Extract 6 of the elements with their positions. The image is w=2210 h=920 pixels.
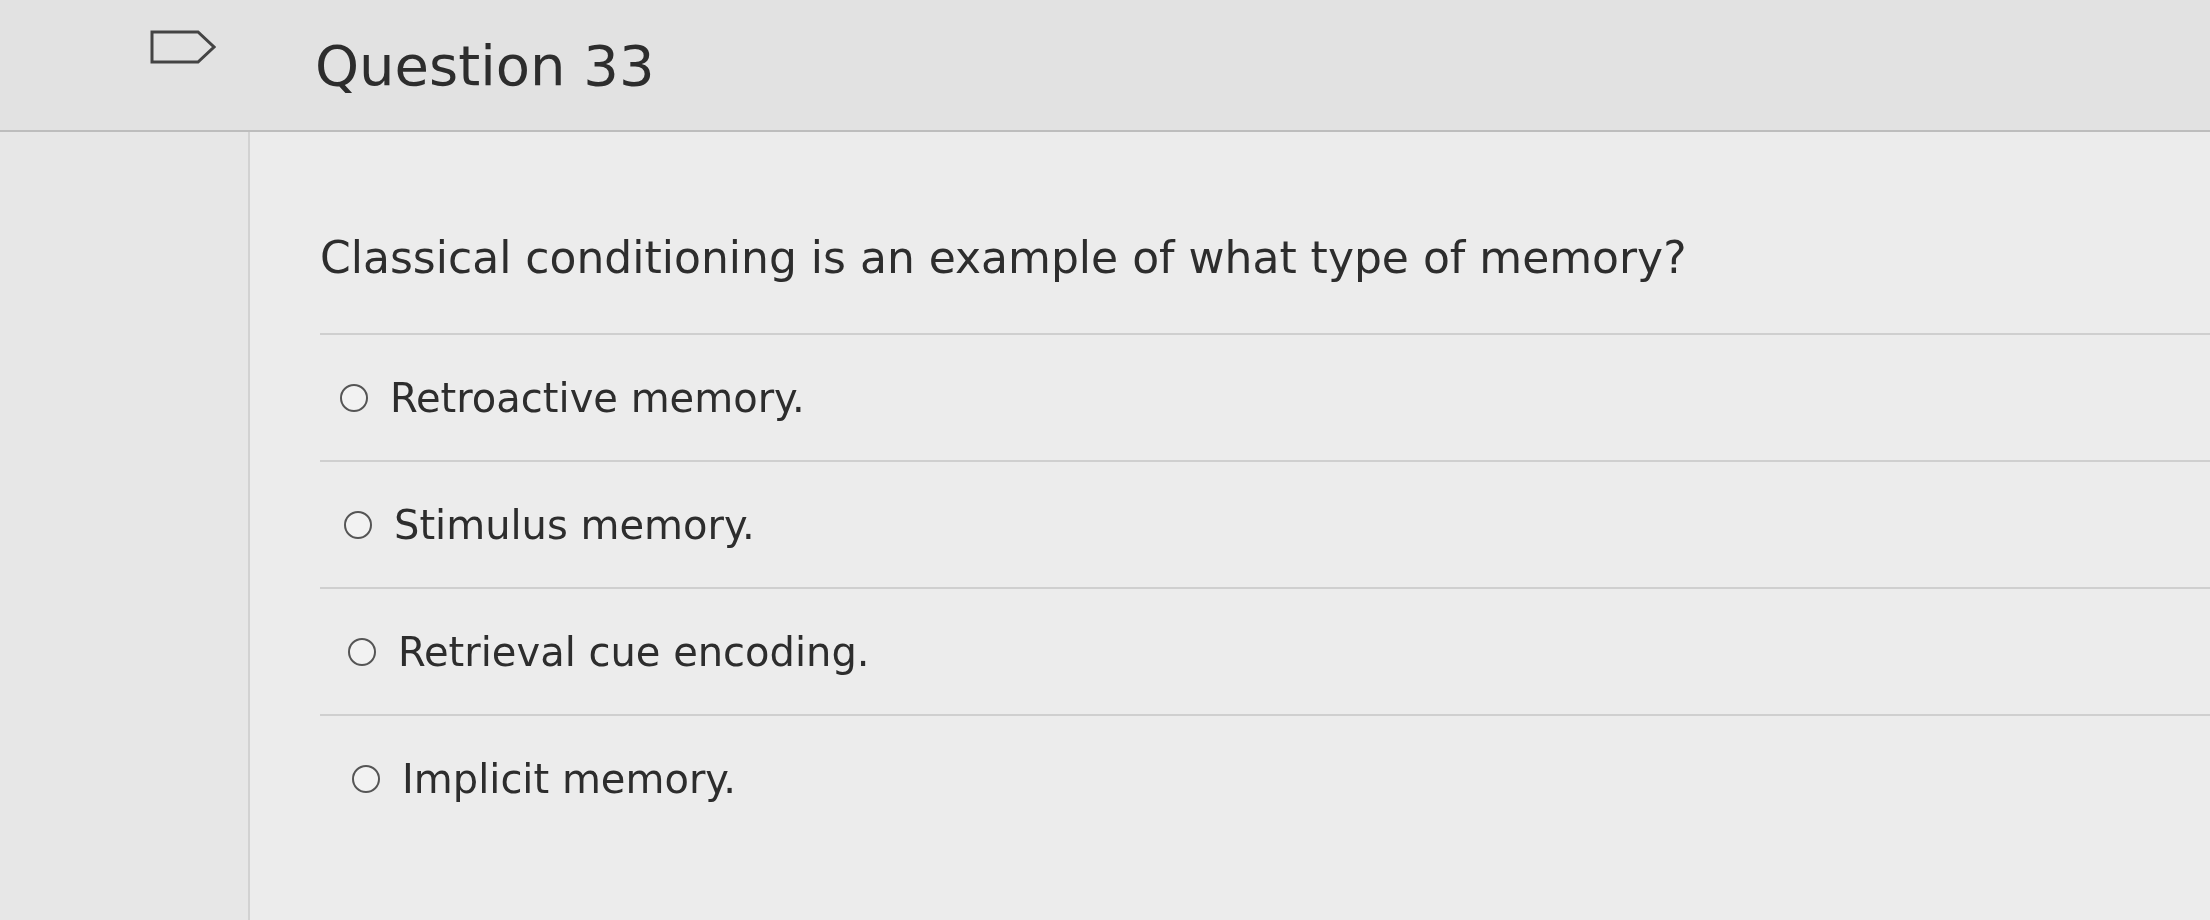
- option-label[interactable]: Retroactive memory.: [390, 374, 805, 421]
- option-label[interactable]: Retrieval cue encoding.: [398, 628, 870, 675]
- option-label[interactable]: Implicit memory.: [402, 755, 737, 802]
- question-text: Classical conditioning is an example of what type of memory?: [320, 232, 1688, 283]
- option-label[interactable]: Stimulus memory.: [394, 501, 755, 548]
- question-title: Question 33: [315, 32, 655, 98]
